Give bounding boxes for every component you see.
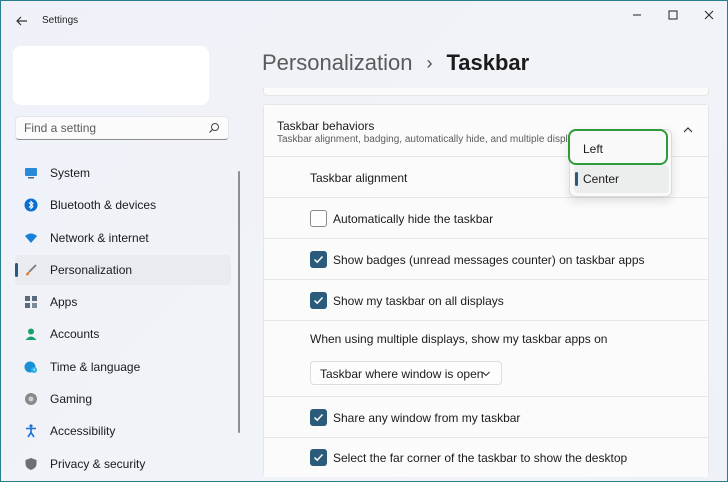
sidebar-item-label: Gaming [50, 392, 93, 407]
page-title: Taskbar [446, 50, 530, 75]
sidebar-item-apps[interactable]: Apps [15, 287, 231, 317]
settings-window: Settings System B [0, 0, 728, 482]
badges-row: Show badges (unread messages counter) on… [264, 239, 708, 280]
far-corner-checkbox[interactable] [310, 449, 327, 466]
accessibility-icon [26, 424, 36, 438]
sidebar-item-label: Apps [50, 295, 78, 310]
breadcrumb-chevron-icon: › [426, 52, 433, 73]
search-icon[interactable] [208, 122, 220, 134]
far-corner-row: Select the far corner of the taskbar to … [264, 438, 708, 477]
multi-display-label: When using multiple displays, show my ta… [310, 332, 608, 346]
globe-clock-icon [24, 361, 37, 373]
wifi-icon [25, 233, 37, 243]
minimize-button[interactable] [626, 7, 648, 23]
sidebar-nav: System Bluetooth & devices Network & int… [15, 158, 231, 481]
multi-display-dropdown[interactable]: Taskbar where window is open [310, 361, 502, 385]
auto-hide-label[interactable]: Automatically hide the taskbar [333, 212, 493, 226]
far-corner-label[interactable]: Select the far corner of the taskbar to … [333, 451, 627, 465]
all-displays-label[interactable]: Show my taskbar on all displays [333, 294, 504, 308]
checkmark-icon [313, 413, 324, 422]
share-window-label[interactable]: Share any window from my taskbar [333, 411, 520, 425]
close-button[interactable] [698, 7, 720, 23]
sidebar-item-label: Bluetooth & devices [50, 198, 157, 213]
sidebar-item-system[interactable]: System [15, 158, 231, 188]
checkmark-icon [313, 255, 324, 264]
sidebar-item-accessibility[interactable]: Accessibility [15, 416, 231, 446]
all-displays-checkbox[interactable] [310, 292, 327, 309]
search-box[interactable] [15, 116, 229, 140]
alignment-option-left[interactable]: Left [574, 135, 669, 163]
alignment-option-label: Center [583, 172, 620, 186]
sidebar-item-label: Accounts [50, 327, 100, 342]
sidebar-item-personalization[interactable]: Personalization [15, 254, 231, 285]
shield-icon [25, 457, 37, 470]
apps-icon [25, 296, 37, 309]
sidebar-item-label: Privacy & security [50, 456, 146, 471]
back-button[interactable] [13, 12, 31, 30]
auto-hide-row: Automatically hide the taskbar [264, 198, 708, 239]
alignment-flyout: Left Center [569, 129, 672, 197]
app-title: Settings [42, 15, 79, 26]
sidebar-item-gaming[interactable]: Gaming [15, 384, 231, 414]
monitor-icon [25, 168, 37, 179]
taskbar-alignment-label: Taskbar alignment [310, 171, 408, 185]
sidebar-scrollbar[interactable] [238, 171, 240, 433]
search-input[interactable] [24, 120, 204, 136]
sidebar-item-label: System [50, 166, 91, 180]
badges-checkbox[interactable] [310, 251, 327, 268]
multi-display-value: Taskbar where window is open [320, 367, 484, 381]
all-displays-row: Show my taskbar on all displays [264, 280, 708, 321]
breadcrumb: Personalization › Taskbar [262, 47, 529, 79]
multi-display-row: When using multiple displays, show my ta… [264, 321, 708, 397]
user-profile-card[interactable] [13, 46, 209, 105]
previous-section-edge [263, 88, 709, 96]
sidebar-item-label: Network & internet [50, 230, 149, 245]
bluetooth-icon [24, 198, 38, 212]
alignment-option-center[interactable]: Center [574, 165, 669, 193]
title-bar: Settings [1, 1, 727, 41]
brush-icon [26, 264, 37, 276]
sidebar-item-label: Accessibility [50, 424, 116, 439]
sidebar-item-network[interactable]: Network & internet [15, 223, 231, 253]
breadcrumb-parent[interactable]: Personalization [262, 50, 412, 76]
section-subtitle: Taskbar alignment, badging, automaticall… [277, 134, 572, 145]
maximize-button[interactable] [662, 7, 684, 23]
person-icon [25, 328, 37, 341]
auto-hide-checkbox[interactable] [310, 210, 327, 227]
checkmark-icon [313, 296, 324, 305]
share-window-row: Share any window from my taskbar [264, 397, 708, 438]
sidebar-item-label: Time & language [50, 359, 141, 374]
chevron-up-icon[interactable] [682, 124, 694, 136]
sidebar-item-accounts[interactable]: Accounts [15, 319, 231, 349]
gamepad-icon [25, 393, 37, 406]
checkmark-icon [313, 453, 324, 462]
maximize-icon [668, 10, 678, 20]
close-icon [704, 10, 714, 20]
badges-label[interactable]: Show badges (unread messages counter) on… [333, 253, 645, 267]
minimize-icon [633, 14, 641, 16]
sidebar-item-bluetooth[interactable]: Bluetooth & devices [15, 190, 231, 220]
sidebar-item-privacy[interactable]: Privacy & security [15, 449, 231, 479]
back-arrow-icon [16, 16, 27, 26]
sidebar-item-label: Personalization [50, 262, 133, 277]
sidebar-item-time-language[interactable]: Time & language [15, 352, 231, 382]
alignment-option-label: Left [583, 142, 604, 156]
section-title: Taskbar behaviors [277, 119, 375, 133]
share-window-checkbox[interactable] [310, 409, 327, 426]
chevron-down-icon [482, 371, 490, 377]
